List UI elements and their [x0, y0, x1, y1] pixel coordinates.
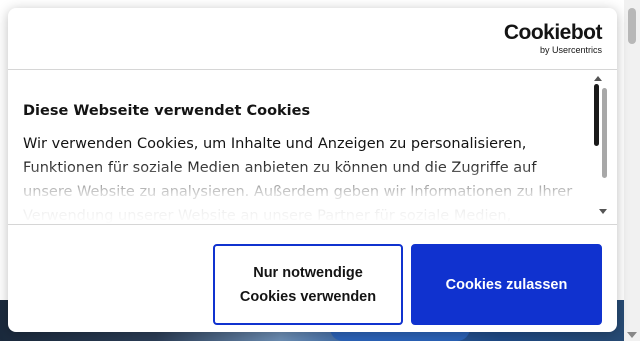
scroll-down-icon[interactable]: [599, 209, 607, 214]
cookie-consent-dialog: Cookiebot by Usercentrics Diese Webseite…: [8, 8, 617, 332]
dialog-title: Diese Webseite verwendet Cookies: [23, 103, 311, 119]
cookiebot-logo[interactable]: Cookiebot by Usercentrics: [503, 21, 603, 56]
text-fade-overlay: [8, 160, 593, 224]
necessary-button-line2: Cookies verwenden: [239, 288, 377, 305]
dialog-scrollbar-track: [602, 88, 607, 178]
dialog-body: Diese Webseite verwendet Cookies Wir ver…: [8, 70, 617, 224]
dialog-footer: Nur notwendige Cookies verwenden Cookies…: [8, 224, 617, 332]
logo-wordmark: Cookiebot: [503, 21, 603, 44]
dialog-scrollbar-thumb[interactable]: [594, 84, 599, 146]
scroll-up-icon[interactable]: [594, 76, 602, 81]
scroll-down-icon[interactable]: [627, 332, 637, 338]
page-scrollbar-thumb[interactable]: [628, 8, 636, 44]
dialog-header: Cookiebot by Usercentrics: [8, 8, 617, 70]
allow-cookies-button[interactable]: Cookies zulassen: [411, 244, 602, 325]
dialog-scrollbar[interactable]: [591, 76, 607, 220]
necessary-button-line1: Nur notwendige: [253, 264, 363, 281]
page-scrollbar[interactable]: [624, 0, 640, 341]
necessary-cookies-button[interactable]: Nur notwendige Cookies verwenden: [213, 244, 403, 325]
logo-subtitle: by Usercentrics: [539, 45, 602, 55]
